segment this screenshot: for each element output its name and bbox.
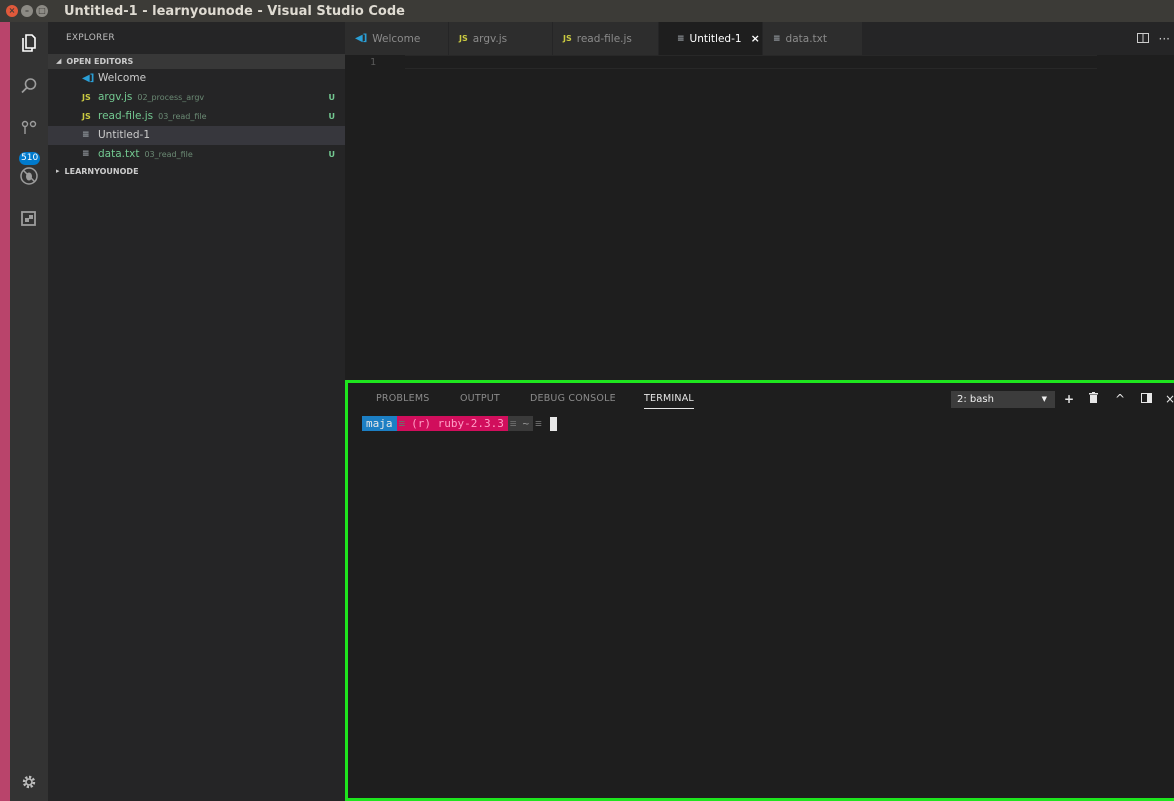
terminal-selector-value: 2: bash — [957, 394, 994, 405]
js-icon: JS — [82, 93, 91, 102]
window-close-button[interactable]: × — [6, 5, 18, 17]
editor-actions: ··· — [1136, 22, 1174, 55]
tab-label: read-file.js — [576, 32, 632, 45]
open-editor-untitled[interactable]: ≡ Untitled-1 — [48, 126, 345, 145]
open-editor-path: 03_read_file — [158, 112, 207, 121]
prompt-ruby-segment: (r) ruby-2.3.3 — [407, 416, 508, 431]
open-editors-header[interactable]: ◢ OPEN EDITORS — [48, 54, 345, 69]
prompt-dir-segment: ~ — [518, 416, 534, 431]
js-icon: JS — [82, 112, 91, 121]
kill-terminal-icon[interactable] — [1089, 391, 1098, 407]
open-editor-name: Welcome — [98, 72, 147, 84]
debug-activity[interactable] — [10, 157, 48, 195]
extensions-icon — [21, 211, 36, 226]
tab-terminal[interactable]: TERMINAL — [644, 393, 694, 409]
toggle-panel-position-icon[interactable] — [1141, 391, 1152, 407]
open-editor-path: 03_read_file — [144, 150, 193, 159]
line-number: 1 — [370, 57, 377, 68]
untracked-status: U — [328, 93, 336, 102]
open-editor-read-file[interactable]: JS read-file.js 03_read_file U — [48, 107, 345, 126]
project-folder-label: LEARNYOUNODE — [64, 167, 139, 176]
terminal-panel: PROBLEMS OUTPUT DEBUG CONSOLE TERMINAL 2… — [345, 380, 1174, 801]
untracked-status: U — [328, 150, 336, 159]
chevron-down-icon: ◢ — [56, 57, 62, 65]
terminal-selector[interactable]: 2: bash ▼ — [951, 391, 1055, 408]
explorer-activity[interactable] — [10, 24, 48, 62]
open-editor-data-txt[interactable]: ≡ data.txt 03_read_file U — [48, 145, 345, 164]
panel-tab-bar: PROBLEMS OUTPUT DEBUG CONSOLE TERMINAL 2… — [348, 383, 1174, 413]
close-icon[interactable]: × — [751, 32, 760, 45]
more-actions-icon[interactable]: ··· — [1159, 32, 1170, 46]
text-file-icon: ≡ — [82, 130, 90, 140]
debug-icon — [20, 167, 38, 185]
editor-tab-bar: ◀] Welcome JS argv.js JS read-file.js ≡ … — [345, 22, 1174, 55]
explorer-sidebar: EXPLORER ◢ OPEN EDITORS ◀] Welcome JS ar… — [48, 22, 345, 801]
tab-untitled-1[interactable]: ≡ Untitled-1 × — [659, 22, 763, 55]
window-title: Untitled-1 - learnyounode - Visual Studi… — [64, 3, 405, 19]
new-terminal-icon[interactable]: + — [1064, 391, 1074, 407]
open-editor-welcome[interactable]: ◀] Welcome — [48, 69, 345, 88]
vscode-icon: ◀] — [82, 73, 95, 84]
source-control-activity[interactable] — [10, 108, 48, 146]
search-icon — [21, 78, 37, 94]
prompt-separator: ≡ — [507, 416, 519, 431]
open-editors-label: OPEN EDITORS — [66, 57, 134, 66]
open-editor-name: data.txt — [98, 148, 140, 160]
source-control-icon — [21, 120, 37, 134]
sidebar-title: EXPLORER — [66, 33, 115, 43]
text-file-icon: ≡ — [82, 149, 90, 159]
activity-bar: 510 — [10, 22, 48, 801]
window-minimize-button[interactable]: – — [21, 5, 33, 17]
open-editor-name: Untitled-1 — [98, 129, 151, 141]
tab-output[interactable]: OUTPUT — [460, 393, 500, 404]
prompt-user-segment: maja — [362, 416, 397, 431]
tab-argv-js[interactable]: JS argv.js — [449, 22, 553, 55]
manage-activity[interactable] — [10, 763, 48, 801]
js-icon: JS — [459, 34, 468, 43]
split-editor-icon[interactable] — [1136, 32, 1149, 46]
project-folder-header[interactable]: ▸ LEARNYOUNODE — [48, 164, 345, 179]
maximize-panel-icon[interactable]: ^ — [1115, 391, 1125, 407]
tab-welcome[interactable]: ◀] Welcome — [345, 22, 449, 55]
chevron-right-icon: ▸ — [56, 167, 60, 175]
current-line-highlight — [405, 55, 1097, 69]
desktop-launcher-strip — [0, 0, 10, 801]
tab-problems[interactable]: PROBLEMS — [376, 393, 429, 404]
text-file-icon: ≡ — [677, 33, 685, 44]
close-panel-icon[interactable]: × — [1165, 391, 1174, 407]
tab-data-txt[interactable]: ≡ data.txt — [763, 22, 863, 55]
prompt-separator: ≡ — [535, 417, 542, 430]
window-titlebar: × – □ Untitled-1 - learnyounode - Visual… — [0, 0, 1174, 22]
extensions-activity[interactable] — [10, 199, 48, 237]
terminal-prompt[interactable]: maja ≡ (r) ruby-2.3.3 ≡ ~ ≡ — [362, 416, 557, 431]
terminal-cursor — [549, 416, 557, 431]
chevron-down-icon: ▼ — [1041, 395, 1047, 403]
js-icon: JS — [563, 34, 572, 43]
settings-gear-icon — [22, 775, 36, 789]
window-maximize-button[interactable]: □ — [36, 5, 48, 17]
prompt-separator: ≡ — [396, 416, 408, 431]
tab-label: argv.js — [472, 32, 508, 45]
tab-label: Welcome — [372, 32, 421, 45]
tab-read-file-js[interactable]: JS read-file.js — [553, 22, 659, 55]
open-editor-argv[interactable]: JS argv.js 02_process_argv U — [48, 88, 345, 107]
tab-debug-console[interactable]: DEBUG CONSOLE — [530, 393, 616, 404]
open-editor-name: argv.js — [98, 91, 133, 103]
vscode-icon: ◀] — [355, 33, 368, 44]
editor-area[interactable]: 1 — [345, 55, 1174, 380]
files-icon — [22, 34, 36, 52]
open-editor-path: 02_process_argv — [137, 93, 205, 102]
search-activity[interactable] — [10, 67, 48, 105]
tab-label: data.txt — [785, 32, 827, 45]
tab-label: Untitled-1 — [689, 32, 742, 45]
text-file-icon: ≡ — [773, 33, 781, 44]
window-controls: × – □ — [6, 5, 64, 17]
open-editor-name: read-file.js — [98, 110, 154, 122]
untracked-status: U — [328, 112, 336, 121]
